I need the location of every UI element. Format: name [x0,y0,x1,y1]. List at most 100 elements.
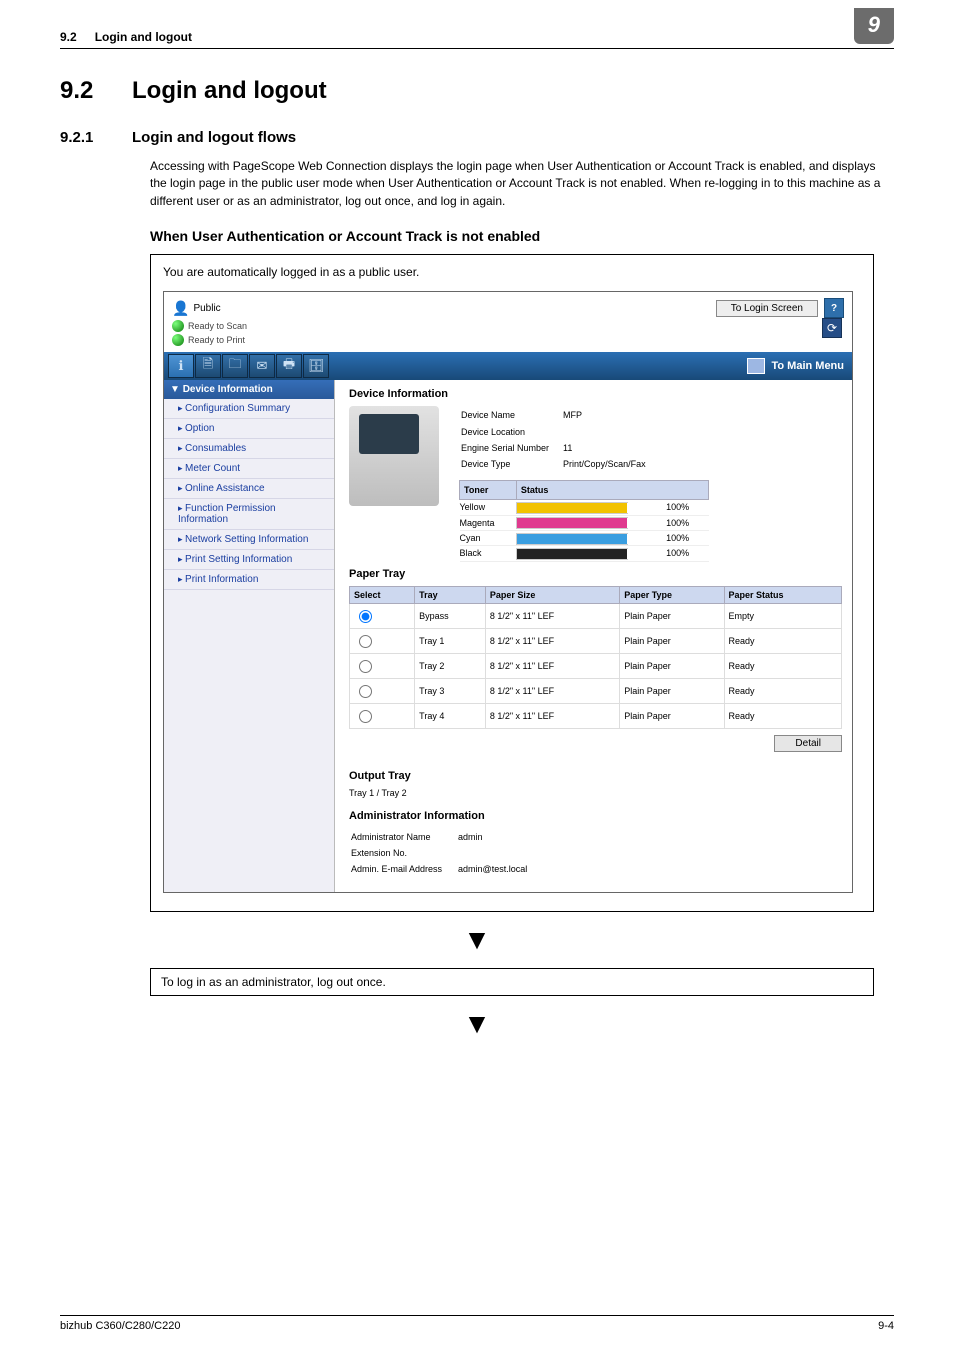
toner-row: Cyan100% [460,530,709,545]
paper-tray-table: Select Tray Paper Size Paper Type Paper … [349,586,842,729]
footer-model: bizhub C360/C280/C220 [60,1320,180,1332]
sidebar-item[interactable]: Print Information [164,570,334,590]
tray-name: Bypass [415,603,486,628]
status-col-header: Status [516,480,708,499]
user-mode-label: Public [193,303,220,314]
nav-ribbon: ℹ 🗎 🗀 ✉ 🖶 🗄 To Main Menu [164,352,852,380]
to-main-menu-label: To Main Menu [771,360,844,372]
toner-pct: 100% [666,530,708,545]
device-location-value [563,425,658,439]
to-main-menu-link[interactable]: To Main Menu [747,358,844,374]
ribbon-storage-icon[interactable]: 🗄 [303,354,329,378]
sidebar-item[interactable]: Network Setting Information [164,530,334,550]
sidebar-header: ▼ Device Information [164,380,334,399]
admin-name-value: admin [458,830,541,844]
paper-tray-row: Tray 38 1/2" x 11" LEFPlain PaperReady [350,678,842,703]
ribbon-job-icon[interactable]: 🗎 [195,354,221,378]
toner-bar [516,530,666,545]
sidebar-item[interactable]: Configuration Summary [164,399,334,419]
toner-col-header: Toner [460,480,517,499]
status-print: Ready to Print [188,335,245,345]
admin-name-label: Administrator Name [351,830,456,844]
detail-button[interactable]: Detail [774,735,842,752]
tray-name: Tray 3 [415,678,486,703]
sidebar: ▼ Device Information Configuration Summa… [164,380,335,892]
tray-type: Plain Paper [620,603,724,628]
tray-size: 8 1/2" x 11" LEF [485,628,619,653]
header-section-title: Login and logout [95,30,854,44]
main-panel: Device Information Device NameMFP Device… [335,380,852,892]
toner-bar [516,546,666,561]
admin-email-label: Admin. E-mail Address [351,862,456,876]
admin-info-table: Administrator Nameadmin Extension No. Ad… [349,828,543,878]
toner-name: Black [460,546,517,561]
callout-note: You are automatically logged in as a pub… [163,265,853,279]
output-tray-value: Tray 1 / Tray 2 [349,788,842,798]
sidebar-item[interactable]: Online Assistance [164,479,334,499]
tray-size: 8 1/2" x 11" LEF [485,603,619,628]
user-icon: 👤 [172,300,189,317]
tray-type: Plain Paper [620,678,724,703]
status-led-icon [172,320,184,332]
tray-size: 8 1/2" x 11" LEF [485,653,619,678]
col-size: Paper Size [485,586,619,603]
tray-status: Ready [724,628,842,653]
device-location-label: Device Location [461,425,561,439]
app-top-bar: 👤 Public To Login Screen ? [164,292,852,320]
footer-page-number: 9-4 [878,1320,894,1332]
sidebar-item[interactable]: Function Permission Information [164,499,334,530]
section-number: 9.2 [60,77,132,105]
tray-select-cell[interactable] [350,628,415,653]
tray-size: 8 1/2" x 11" LEF [485,703,619,728]
tray-select-radio[interactable] [359,710,372,723]
toner-name: Magenta [460,515,517,530]
sidebar-item[interactable]: Option [164,419,334,439]
case-heading: When User Authentication or Account Trac… [150,228,894,244]
paper-tray-row: Bypass8 1/2" x 11" LEFPlain PaperEmpty [350,603,842,628]
sidebar-item[interactable]: Consumables [164,439,334,459]
device-serial-label: Engine Serial Number [461,441,561,455]
toner-pct: 100% [666,515,708,530]
device-name-value: MFP [563,408,658,422]
ribbon-print-icon[interactable]: 🖶 [276,354,302,378]
col-select: Select [350,586,415,603]
chapter-badge: 9 [854,8,894,44]
flow-arrow-icon: ▼ [60,924,894,956]
ribbon-info-icon[interactable]: ℹ [168,354,194,378]
tray-select-radio[interactable] [359,660,372,673]
col-type: Paper Type [620,586,724,603]
status-area: Ready to Scan Ready to Print ⟳ [164,320,852,352]
device-type-value: Print/Copy/Scan/Fax [563,457,658,471]
toner-pct: 100% [666,546,708,561]
help-button[interactable]: ? [824,298,844,318]
refresh-button[interactable]: ⟳ [822,318,842,338]
tray-select-cell[interactable] [350,653,415,678]
admin-email-value: admin@test.local [458,862,541,876]
screenshot-callout-box: You are automatically logged in as a pub… [150,254,874,912]
toner-row: Yellow100% [460,500,709,515]
to-login-screen-button[interactable]: To Login Screen [716,300,818,317]
running-header: 9.2 Login and logout 9 [60,30,894,49]
tray-status: Empty [724,603,842,628]
device-type-label: Device Type [461,457,561,471]
main-menu-icon [747,358,765,374]
main-heading: Device Information [349,388,842,400]
tray-select-cell[interactable] [350,703,415,728]
section-title: Login and logout [132,77,327,104]
ribbon-address-icon[interactable]: ✉ [249,354,275,378]
tray-select-cell[interactable] [350,603,415,628]
tray-select-radio[interactable] [359,635,372,648]
col-status: Paper Status [724,586,842,603]
tray-select-radio[interactable] [359,685,372,698]
admin-ext-value [458,846,541,860]
header-section-number: 9.2 [60,30,77,44]
sidebar-item[interactable]: Meter Count [164,459,334,479]
tray-name: Tray 1 [415,628,486,653]
device-name-label: Device Name [461,408,561,422]
ribbon-box-icon[interactable]: 🗀 [222,354,248,378]
tray-select-cell[interactable] [350,678,415,703]
flow-step-box: To log in as an administrator, log out o… [150,968,874,996]
tray-select-radio[interactable] [359,610,372,623]
admin-ext-label: Extension No. [351,846,456,860]
sidebar-item[interactable]: Print Setting Information [164,550,334,570]
